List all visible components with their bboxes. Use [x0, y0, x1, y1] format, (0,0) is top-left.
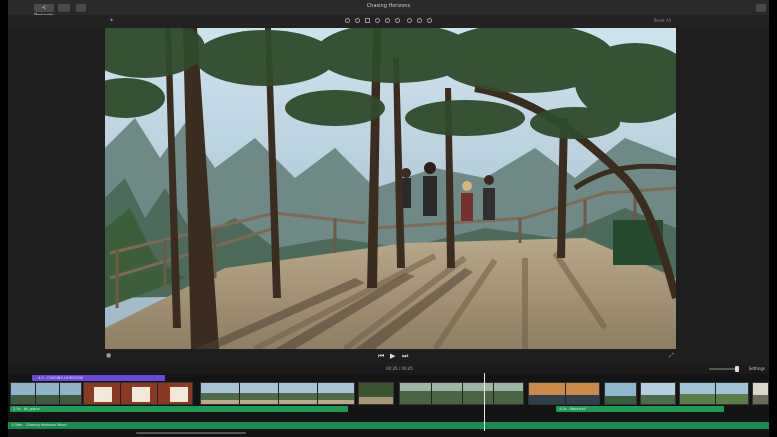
timeline[interactable]: 00:26 / 00:45 Settings 4.0 - CHASING HOR…: [8, 365, 769, 437]
video-clip[interactable]: [640, 382, 676, 405]
settings-button[interactable]: Settings: [749, 366, 765, 371]
share-icon[interactable]: [756, 4, 766, 12]
skip-forward-icon[interactable]: ⏭: [402, 352, 408, 361]
title-clip[interactable]: 4.0 - CHASING HORIZONS: [32, 375, 165, 381]
audio-clip[interactable]: 2.5s - Ali_piano: [10, 406, 348, 412]
crop-icon[interactable]: [365, 18, 370, 23]
video-clip[interactable]: [358, 382, 394, 405]
reset-all-button[interactable]: Reset All: [654, 18, 671, 23]
timeline-scrollbar[interactable]: [136, 432, 246, 434]
skip-back-icon[interactable]: ⏮: [378, 352, 384, 361]
timecode: 00:26 / 00:45: [386, 366, 413, 371]
video-clip[interactable]: [604, 382, 637, 405]
magic-wand-icon[interactable]: ✦: [109, 17, 114, 24]
playback-controls: ● ⏮ ▶ ⏭ ⤢: [8, 350, 769, 362]
noise-reduction-icon[interactable]: [395, 18, 400, 23]
color-balance-icon[interactable]: [345, 18, 350, 23]
info-icon[interactable]: [427, 18, 432, 23]
zoom-slider-knob[interactable]: [735, 366, 739, 372]
video-clip[interactable]: [399, 382, 524, 405]
timeline-header: 00:26 / 00:45 Settings: [8, 365, 769, 374]
stabilization-icon[interactable]: [375, 18, 380, 23]
video-clip[interactable]: [752, 382, 769, 405]
video-clip[interactable]: [200, 382, 355, 405]
speed-icon[interactable]: [407, 18, 412, 23]
viewer-frame: [105, 28, 676, 349]
filter-icon[interactable]: [417, 18, 422, 23]
audio-clip[interactable]: 4.0s - Waterfall: [556, 406, 724, 412]
background-music-track[interactable]: 1.08m - Chasing Horizons Music: [8, 422, 769, 429]
adjustments-toolbar: ✦ Reset All: [8, 15, 769, 27]
project-title: Chasing Horizons: [366, 3, 411, 9]
video-clip[interactable]: [528, 382, 600, 405]
title-bar: < Projects Chasing Horizons: [8, 0, 769, 19]
video-viewer[interactable]: [105, 28, 676, 349]
imovie-app: < Projects Chasing Horizons ✦ Reset All: [0, 0, 777, 437]
color-correction-icon[interactable]: [355, 18, 360, 23]
video-clip[interactable]: [10, 382, 82, 405]
volume-icon[interactable]: [385, 18, 390, 23]
microphone-icon[interactable]: ●: [106, 352, 111, 359]
video-clip[interactable]: [679, 382, 749, 405]
right-bezel: [769, 0, 777, 437]
fullscreen-icon[interactable]: ⤢: [669, 352, 674, 360]
playhead[interactable]: [484, 373, 485, 431]
video-clip[interactable]: [83, 382, 193, 405]
left-bezel: [0, 0, 8, 437]
play-icon[interactable]: ▶: [390, 352, 395, 360]
